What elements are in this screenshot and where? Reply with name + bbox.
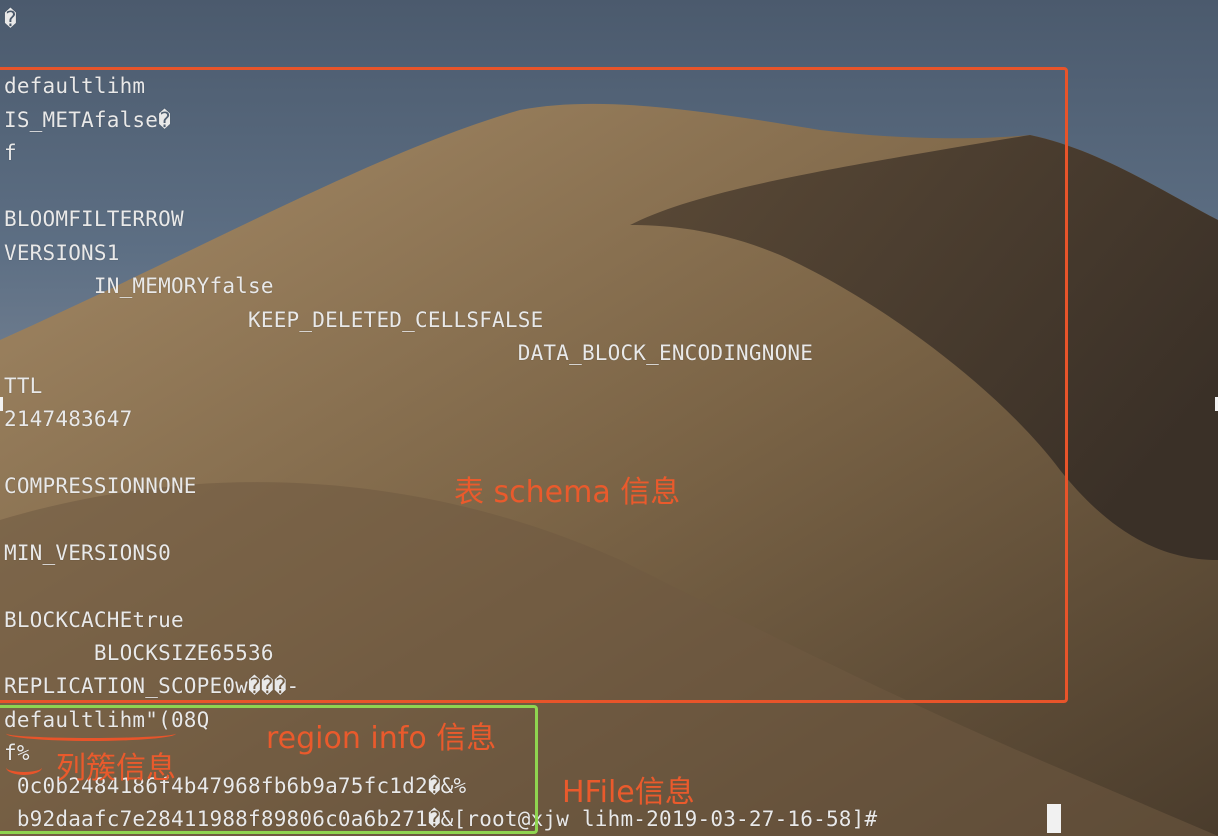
schema-annotation-label: 表 schema 信息 (454, 475, 681, 510)
schema-highlight-box (0, 67, 1068, 703)
region-annotation-label: region info 信息 (266, 721, 497, 756)
hfile-annotation-label: HFile信息 (562, 775, 695, 810)
family-annotation-label: 列簇信息 (56, 751, 176, 786)
terminal-line: � (4, 7, 17, 31)
terminal-cursor (1047, 804, 1061, 833)
table-name-underline (6, 726, 176, 741)
family-underline (6, 760, 42, 775)
